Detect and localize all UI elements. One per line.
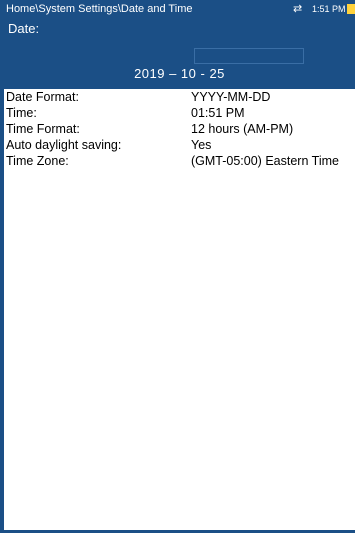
left-edge-bar <box>0 0 4 533</box>
date-value[interactable]: 2019 – 10 - 25 <box>4 66 355 81</box>
date-input-frame[interactable] <box>194 48 304 64</box>
setting-value[interactable]: 12 hours (AM-PM) <box>191 121 293 137</box>
setting-label: Time Zone: <box>6 154 69 168</box>
breadcrumb[interactable]: Home\System Settings\Date and Time <box>6 0 192 18</box>
date-time-screen: Home\System Settings\Date and Time ⇄ 1:5… <box>0 0 355 533</box>
date-label: Date: <box>8 21 40 36</box>
setting-row-time-zone[interactable]: Time Zone: (GMT-05:00) Eastern Time <box>4 153 355 169</box>
setting-row-time[interactable]: Time: 01:51 PM <box>4 105 355 121</box>
setting-label: Time Format: <box>6 122 80 136</box>
status-clock: 1:51 PM <box>312 4 346 14</box>
setting-label: Date Format: <box>6 90 79 104</box>
setting-row-auto-daylight-saving[interactable]: Auto daylight saving: Yes <box>4 137 355 153</box>
setting-label: Time: <box>6 106 37 120</box>
network-transfer-icon: ⇄ <box>293 3 303 15</box>
settings-list: Date Format: YYYY-MM-DD Time: 01:51 PM T… <box>4 89 355 169</box>
setting-value[interactable]: YYYY-MM-DD <box>191 89 270 105</box>
battery-icon <box>347 4 355 14</box>
setting-value[interactable]: (GMT-05:00) Eastern Time <box>191 153 339 169</box>
setting-row-time-format[interactable]: Time Format: 12 hours (AM-PM) <box>4 121 355 137</box>
date-panel[interactable]: Date: 2019 – 10 - 25 <box>4 18 355 89</box>
setting-value[interactable]: 01:51 PM <box>191 105 245 121</box>
title-bar: Home\System Settings\Date and Time ⇄ 1:5… <box>0 0 355 18</box>
setting-value[interactable]: Yes <box>191 137 211 153</box>
setting-row-date-format[interactable]: Date Format: YYYY-MM-DD <box>4 89 355 105</box>
setting-label: Auto daylight saving: <box>6 138 122 152</box>
